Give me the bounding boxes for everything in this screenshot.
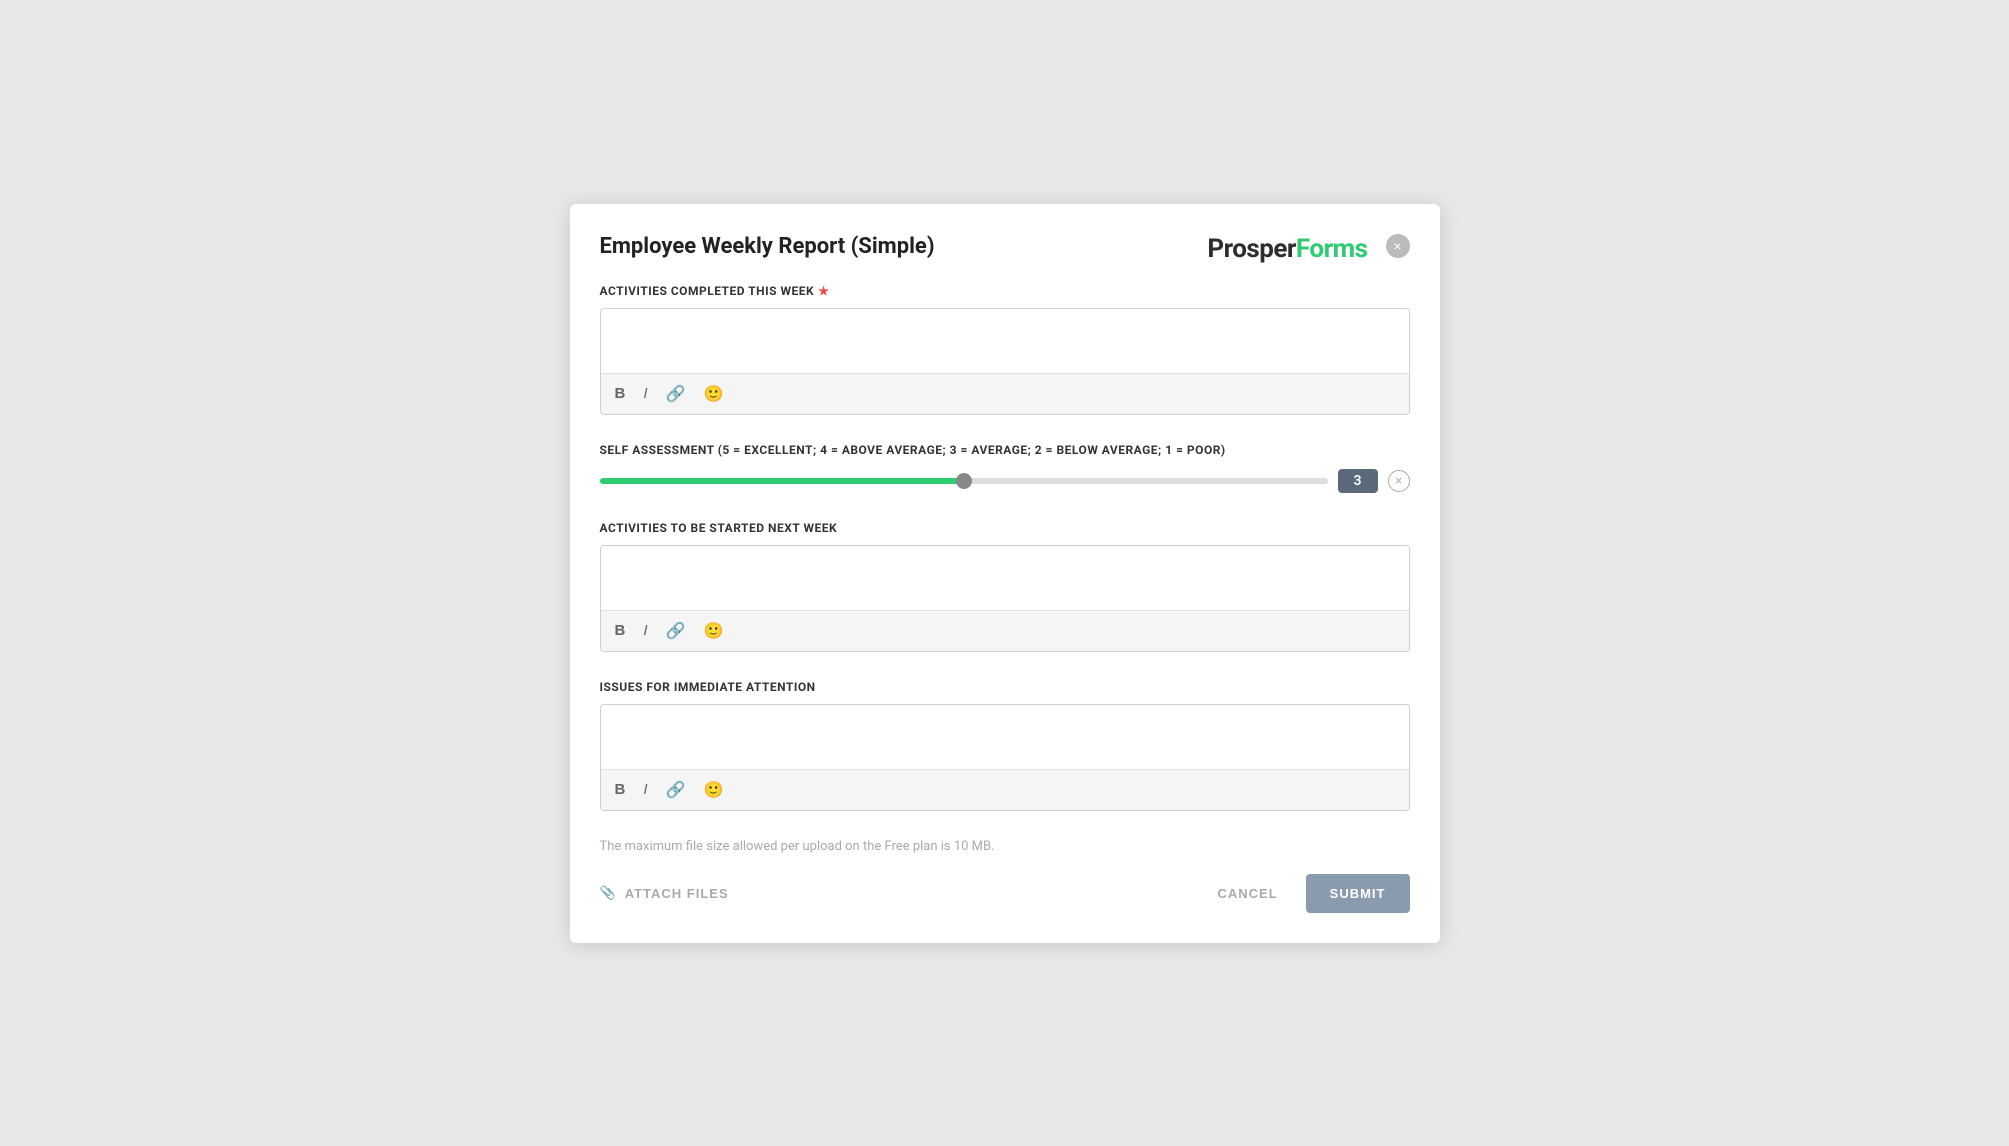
bold-icon-2: B	[615, 622, 626, 639]
link-button-2[interactable]: 🔗	[664, 619, 688, 643]
activities-next-week-toolbar: B I 🔗 🙂	[601, 610, 1409, 651]
emoji-button-3[interactable]: 🙂	[701, 778, 725, 802]
issues-label: ISSUES FOR IMMEDIATE ATTENTION	[600, 680, 1410, 694]
self-assessment-section: SELF ASSESSMENT (5 = EXCELLENT; 4 = ABOV…	[600, 443, 1410, 493]
bold-button-1[interactable]: B	[613, 383, 628, 404]
paperclip-icon: 📎	[600, 885, 617, 901]
file-info-text: The maximum file size allowed per upload…	[600, 839, 1410, 854]
bold-icon-3: B	[615, 781, 626, 798]
bold-button-3[interactable]: B	[613, 779, 628, 800]
close-button[interactable]: ×	[1386, 234, 1410, 258]
activities-completed-label: ACTIVITIES COMPLETED THIS WEEK★	[600, 284, 1410, 298]
issues-editor: B I 🔗 🙂	[600, 704, 1410, 811]
activities-next-week-editor: B I 🔗 🙂	[600, 545, 1410, 652]
link-button-3[interactable]: 🔗	[664, 778, 688, 802]
header-right: ProsperForms ×	[1207, 234, 1409, 264]
link-icon-3: 🔗	[666, 780, 686, 800]
form-title-block: Employee Weekly Report (Simple)	[600, 234, 935, 259]
activities-completed-input[interactable]	[601, 309, 1409, 369]
issues-input[interactable]	[601, 705, 1409, 765]
bold-button-2[interactable]: B	[613, 620, 628, 641]
attach-label: ATTACH FILES	[625, 886, 729, 901]
bold-icon-1: B	[615, 385, 626, 402]
slider-row: 3 ×	[600, 469, 1410, 493]
activities-next-week-label: ACTIVITIES TO BE STARTED NEXT WEEK	[600, 521, 1410, 535]
self-assessment-label: SELF ASSESSMENT (5 = EXCELLENT; 4 = ABOV…	[600, 443, 1410, 457]
emoji-icon-3: 🙂	[703, 780, 723, 800]
slider-value-badge: 3	[1338, 469, 1378, 493]
emoji-button-2[interactable]: 🙂	[701, 619, 725, 643]
slider-track	[600, 478, 1328, 484]
italic-icon-3: I	[643, 781, 647, 798]
link-button-1[interactable]: 🔗	[664, 382, 688, 406]
issues-toolbar: B I 🔗 🙂	[601, 769, 1409, 810]
form-modal: Employee Weekly Report (Simple) ProsperF…	[570, 204, 1440, 943]
attach-files-button[interactable]: 📎 ATTACH FILES	[600, 885, 729, 901]
link-icon-2: 🔗	[666, 621, 686, 641]
footer-actions: CANCEL SUBMIT	[1201, 874, 1409, 913]
issues-section: ISSUES FOR IMMEDIATE ATTENTION B I 🔗 🙂	[600, 680, 1410, 811]
activities-completed-section: ACTIVITIES COMPLETED THIS WEEK★ B I 🔗 🙂	[600, 284, 1410, 415]
modal-header: Employee Weekly Report (Simple) ProsperF…	[600, 234, 1410, 264]
emoji-icon-1: 🙂	[703, 384, 723, 404]
italic-button-3[interactable]: I	[641, 779, 649, 800]
italic-button-2[interactable]: I	[641, 620, 649, 641]
activities-completed-toolbar: B I 🔗 🙂	[601, 373, 1409, 414]
form-footer: 📎 ATTACH FILES CANCEL SUBMIT	[600, 874, 1410, 913]
link-icon-1: 🔗	[666, 384, 686, 404]
form-title: Employee Weekly Report (Simple)	[600, 234, 935, 259]
italic-button-1[interactable]: I	[641, 383, 649, 404]
emoji-button-1[interactable]: 🙂	[701, 382, 725, 406]
activities-next-week-input[interactable]	[601, 546, 1409, 606]
slider-clear-button[interactable]: ×	[1388, 470, 1410, 492]
emoji-icon-2: 🙂	[703, 621, 723, 641]
activities-next-week-section: ACTIVITIES TO BE STARTED NEXT WEEK B I 🔗…	[600, 521, 1410, 652]
cancel-button[interactable]: CANCEL	[1201, 876, 1293, 911]
submit-button[interactable]: SUBMIT	[1306, 874, 1410, 913]
brand-prosper: Prosper	[1207, 234, 1296, 264]
italic-icon-1: I	[643, 385, 647, 402]
italic-icon-2: I	[643, 622, 647, 639]
required-star: ★	[818, 284, 829, 298]
activities-completed-editor: B I 🔗 🙂	[600, 308, 1410, 415]
brand-forms: Forms	[1296, 234, 1368, 264]
brand-logo: ProsperForms	[1207, 234, 1367, 264]
